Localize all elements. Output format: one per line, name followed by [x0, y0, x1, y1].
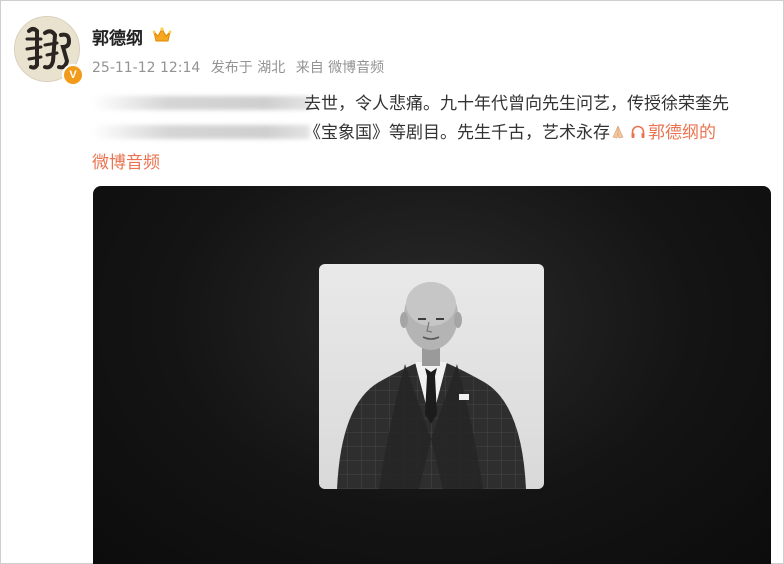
post-text-line: 《宝象国》等剧目。先生千古，艺术永存 郭德纲的: [304, 118, 716, 143]
pray-icon: [610, 124, 626, 140]
post-text-line: 去世，令人悲痛。九十年代曾向先生问艺，传授徐荣奎先: [304, 94, 729, 114]
redacted-text: [92, 125, 310, 139]
post-time[interactable]: 25-11-12 12:14: [92, 60, 200, 76]
post-source[interactable]: 来自 微博音频: [296, 60, 384, 76]
headphone-icon[interactable]: [630, 124, 646, 140]
verified-badge: V: [62, 64, 84, 86]
crown-icon[interactable]: [152, 26, 172, 48]
portrait-illustration: [337, 282, 526, 489]
audio-link[interactable]: 郭德纲的: [648, 123, 716, 143]
post-meta: 25-11-12 12:14 发布于 湖北 来自 微博音频: [92, 57, 390, 77]
post-text-segment: 《宝象国》等剧目。先生千古，艺术永存: [304, 123, 610, 143]
author-name[interactable]: 郭德纲: [92, 24, 143, 49]
redacted-text: [92, 96, 310, 110]
post-location: 发布于 湖北: [210, 60, 286, 76]
portrait-photo: [319, 264, 544, 489]
audio-link[interactable]: 微博音频: [92, 148, 160, 173]
post-image[interactable]: [93, 186, 771, 564]
